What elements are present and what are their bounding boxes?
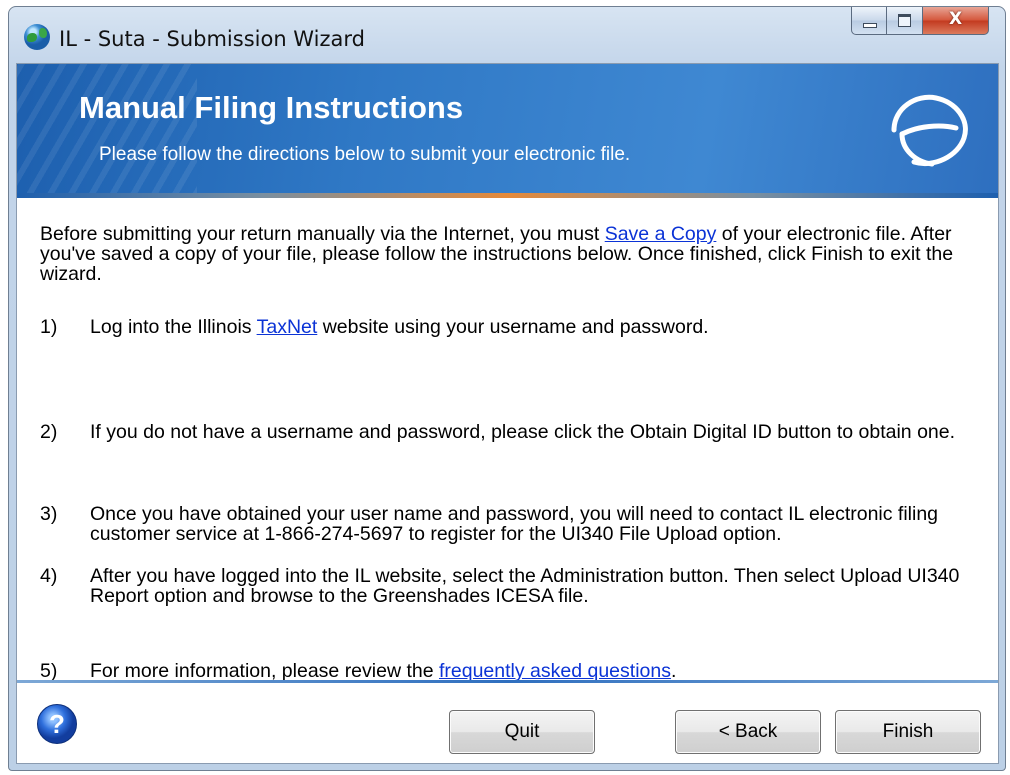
step-number: 2) [40, 421, 58, 443]
wizard-client-area: Manual Filing Instructions Please follow… [16, 63, 999, 764]
close-button[interactable]: X [923, 7, 989, 35]
step-number: 3) [40, 503, 58, 525]
page-title: Manual Filing Instructions [79, 90, 464, 125]
minimize-button[interactable] [851, 7, 887, 35]
header-banner: Manual Filing Instructions Please follow… [17, 64, 998, 198]
caption-buttons: X [851, 7, 989, 37]
step-text: Log into the Illinois TaxNet website usi… [90, 317, 985, 337]
faq-link[interactable]: frequently asked questions [439, 660, 671, 682]
step-number: 4) [40, 565, 58, 587]
step-number: 1) [40, 316, 58, 338]
banner-accent-line [17, 193, 998, 198]
footer-divider [17, 680, 998, 683]
step-text-start: For more information, please review the [90, 660, 439, 682]
logo-icon [891, 94, 968, 167]
wizard-window: IL - Suta - Submission Wizard X Manual F… [8, 6, 1006, 771]
finish-button[interactable]: Finish [835, 710, 981, 754]
taxnet-link[interactable]: TaxNet [257, 316, 318, 338]
maximize-icon [898, 14, 911, 27]
help-icon[interactable]: ? [37, 704, 77, 744]
title-bar[interactable]: IL - Suta - Submission Wizard X [9, 7, 1005, 63]
minimize-icon [863, 23, 877, 28]
maximize-button[interactable] [887, 7, 923, 35]
close-icon: X [948, 9, 963, 29]
page-subtitle: Please follow the directions below to su… [99, 144, 631, 165]
step-text: For more information, please review the … [90, 661, 985, 681]
save-copy-link[interactable]: Save a Copy [605, 223, 717, 245]
step-number: 5) [40, 660, 58, 682]
globe-icon [24, 24, 50, 50]
step-text-start: Log into the Illinois [90, 316, 257, 338]
step-text-end: website using your username and password… [317, 316, 709, 338]
step-text-end: . [670, 660, 677, 682]
quit-button[interactable]: Quit [449, 710, 595, 754]
intro-paragraph: Before submitting your return manually v… [40, 224, 985, 284]
step-text: If you do not have a username and passwo… [90, 421, 956, 443]
back-button[interactable]: < Back [675, 710, 821, 754]
step-text: After you have logged into the IL websit… [90, 565, 960, 607]
step-text: Once you have obtained your user name an… [90, 503, 939, 545]
intro-text-start: Before submitting your return manually v… [40, 223, 605, 245]
window-title: IL - Suta - Submission Wizard [59, 27, 365, 51]
